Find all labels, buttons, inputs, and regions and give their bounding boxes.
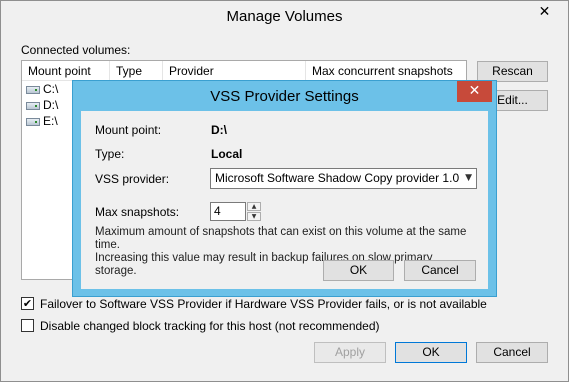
type-value: Local (211, 147, 243, 161)
spin-down-icon[interactable]: ▼ (247, 212, 261, 221)
column-header-type[interactable]: Type (110, 61, 163, 81)
rescan-button[interactable]: Rescan (477, 61, 548, 82)
spin-up-icon[interactable]: ▲ (247, 202, 261, 211)
max-snapshots-input[interactable]: 4 (210, 202, 246, 221)
close-icon[interactable]: ✕ (522, 2, 567, 23)
drive-icon (26, 101, 40, 110)
dialog-title: VSS Provider Settings (210, 88, 359, 105)
window-title: Manage Volumes (226, 8, 343, 25)
type-label: Type: (95, 147, 125, 161)
column-header-provider[interactable]: Provider (163, 61, 306, 81)
column-header-mount-point[interactable]: Mount point (22, 61, 110, 81)
table-row[interactable]: C:\ (26, 81, 58, 97)
chevron-down-icon: ▼ (465, 173, 472, 183)
vss-provider-select[interactable]: Microsoft Software Shadow Copy provider … (210, 168, 477, 189)
ok-button[interactable]: OK (395, 342, 467, 363)
table-row[interactable]: D:\ (26, 97, 58, 113)
dialog-cancel-button[interactable]: Cancel (404, 260, 476, 281)
dialog-body: Mount point: D:\ Type: Local VSS provide… (81, 111, 488, 289)
mount-point-label: Mount point: (95, 123, 162, 137)
dialog-ok-button[interactable]: OK (323, 260, 394, 281)
dialog-close-icon[interactable]: ✕ (457, 81, 492, 102)
disable-cbt-label: Disable changed block tracking for this … (40, 319, 380, 333)
column-header-max-snapshots[interactable]: Max concurrent snapshots (306, 61, 466, 81)
vss-provider-selected: Microsoft Software Shadow Copy provider … (215, 171, 460, 185)
failover-checkbox[interactable]: ✔ (21, 297, 34, 310)
drive-icon (26, 117, 40, 126)
list-header: Mount point Type Provider Max concurrent… (22, 61, 466, 81)
description-line-1: Maximum amount of snapshots that can exi… (95, 226, 467, 251)
mount-point-cell: E:\ (43, 114, 58, 128)
failover-label: Failover to Software VSS Provider if Har… (40, 297, 487, 311)
table-row[interactable]: E:\ (26, 113, 58, 129)
vss-provider-settings-dialog: VSS Provider Settings ✕ Mount point: D:\… (72, 80, 497, 297)
cancel-button[interactable]: Cancel (476, 342, 548, 363)
connected-volumes-label: Connected volumes: (21, 43, 131, 57)
title-bar: Manage Volumes ✕ (1, 1, 568, 31)
mount-point-value: D:\ (211, 123, 227, 137)
mount-point-cell: C:\ (43, 82, 59, 96)
drive-icon (26, 85, 40, 94)
disable-cbt-checkbox[interactable] (21, 319, 34, 332)
max-snapshots-label: Max snapshots: (95, 205, 180, 219)
vss-provider-label: VSS provider: (95, 172, 170, 186)
mount-point-cell: D:\ (43, 98, 59, 112)
apply-button[interactable]: Apply (314, 342, 386, 363)
